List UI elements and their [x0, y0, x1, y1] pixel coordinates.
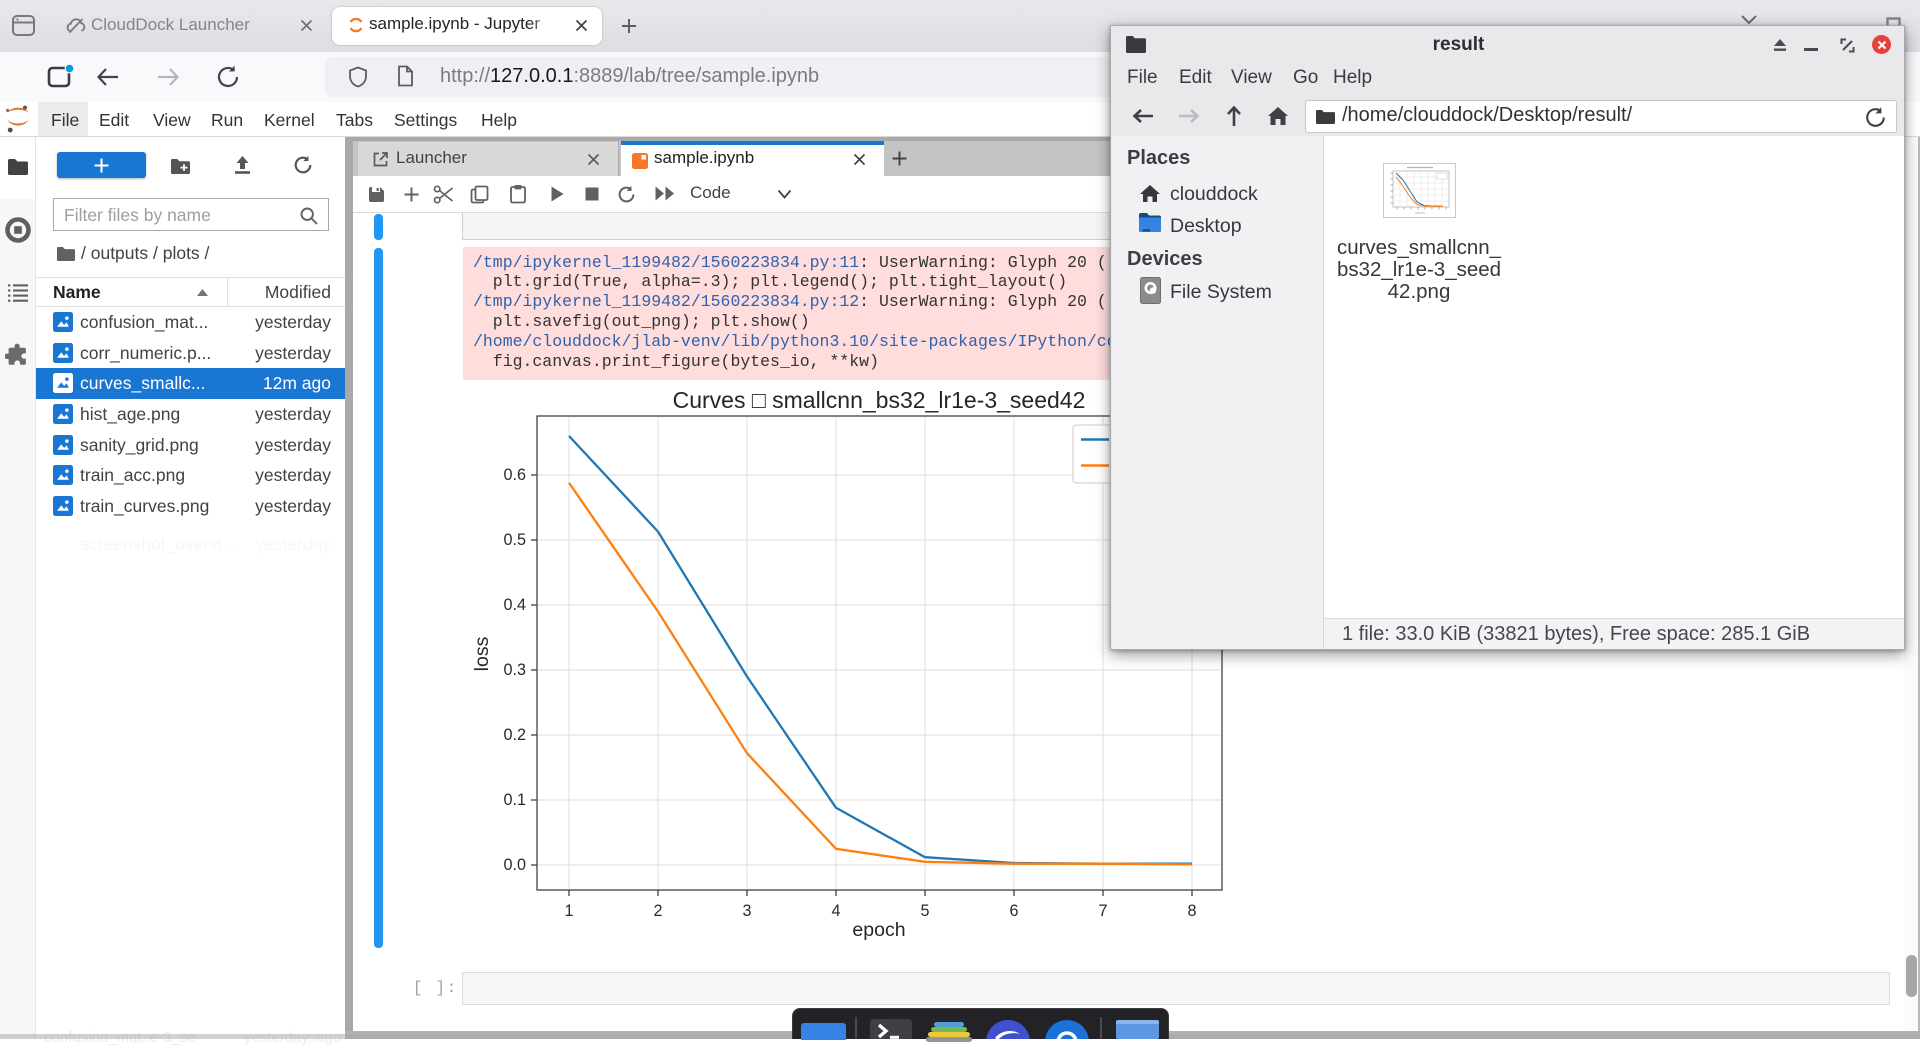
svg-text:2: 2: [653, 902, 662, 920]
svg-text:0.3: 0.3: [503, 661, 526, 679]
svg-text:5: 5: [920, 902, 929, 920]
svg-text:0.4: 0.4: [503, 596, 526, 614]
svg-text:0.1: 0.1: [503, 791, 526, 809]
svg-text:4: 4: [831, 902, 840, 920]
svg-text:7: 7: [1098, 902, 1107, 920]
svg-text:6: 6: [1009, 902, 1018, 920]
svg-text:0.0: 0.0: [503, 856, 526, 874]
svg-text:0.6: 0.6: [503, 466, 526, 484]
svg-text:epoch: epoch: [852, 919, 905, 941]
svg-text:3: 3: [742, 902, 751, 920]
svg-text:0.2: 0.2: [503, 726, 526, 744]
svg-text:1: 1: [564, 902, 573, 920]
svg-text:Curves □ smallcnn_bs32_lr1e-3_: Curves □ smallcnn_bs32_lr1e-3_seed42: [673, 387, 1086, 413]
svg-text:0.5: 0.5: [503, 531, 526, 549]
svg-text:8: 8: [1187, 902, 1196, 920]
svg-text:loss: loss: [471, 636, 493, 671]
